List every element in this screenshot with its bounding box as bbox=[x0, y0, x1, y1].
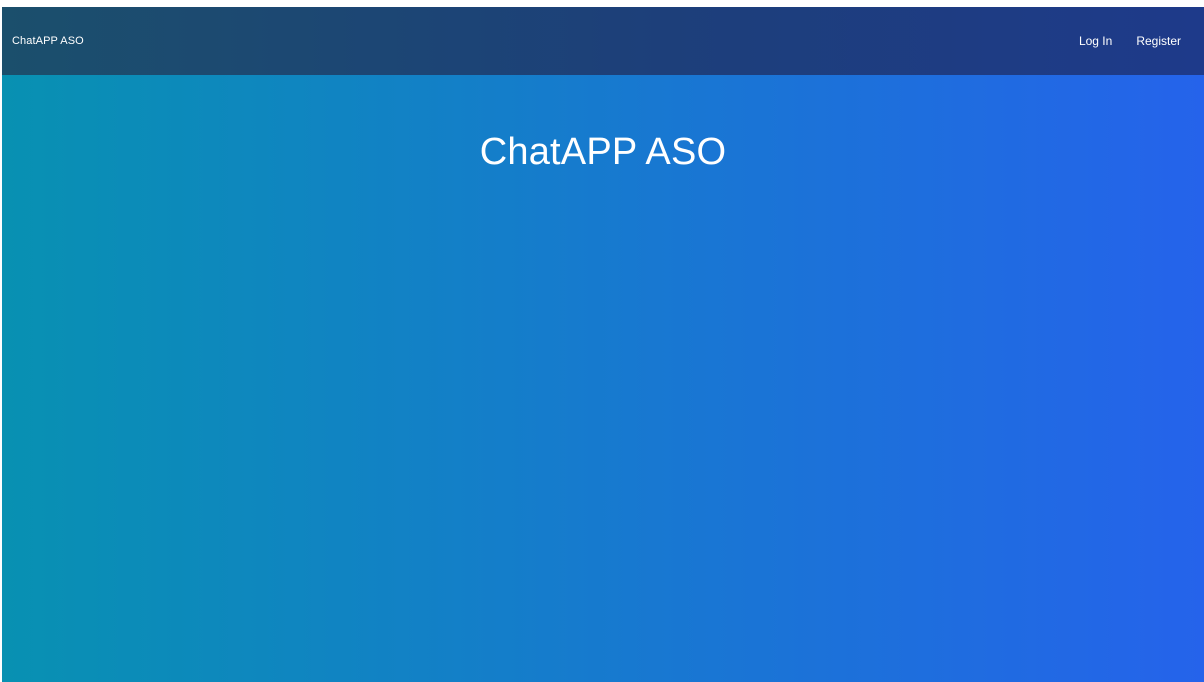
hero-title: ChatAPP ASO bbox=[479, 131, 727, 173]
hero-section: ChatAPP ASO bbox=[2, 75, 1204, 682]
register-link[interactable]: Register bbox=[1136, 34, 1181, 48]
login-link[interactable]: Log In bbox=[1079, 34, 1112, 48]
nav-links: Log In Register bbox=[1079, 34, 1181, 48]
top-navbar: ChatAPP ASO Log In Register bbox=[2, 7, 1204, 75]
brand-link[interactable]: ChatAPP ASO bbox=[12, 35, 84, 47]
app-window: ChatAPP ASO Log In Register ChatAPP ASO bbox=[2, 7, 1204, 682]
